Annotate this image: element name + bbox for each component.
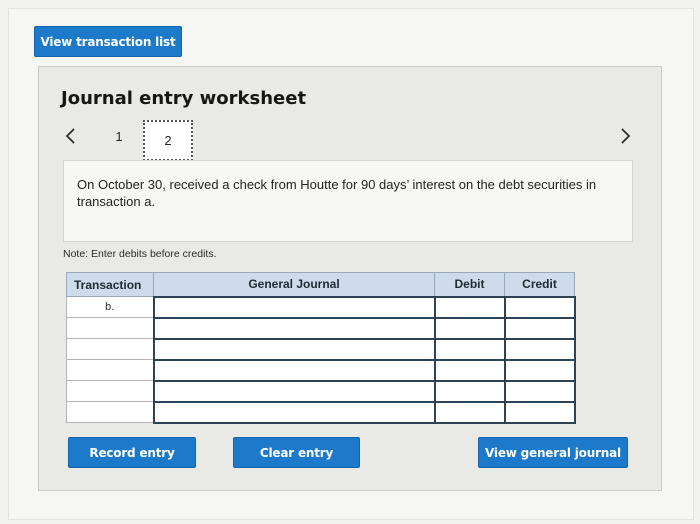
question-text: On October 30, received a check from Hou… — [63, 160, 633, 242]
account-input[interactable] — [152, 316, 436, 340]
account-input[interactable] — [152, 337, 436, 361]
header-general-journal: General Journal — [153, 272, 435, 297]
credit-input[interactable] — [503, 295, 576, 319]
table-row: b. — [66, 295, 576, 319]
debit-input[interactable] — [433, 295, 506, 319]
credit-input[interactable] — [503, 316, 576, 340]
journal-worksheet-panel: Journal entry worksheet 1 2 On October 3… — [38, 66, 662, 491]
table-row — [66, 316, 576, 340]
transaction-cell — [66, 401, 154, 423]
account-input[interactable] — [152, 358, 436, 382]
transaction-cell — [66, 317, 154, 339]
chevron-right-icon[interactable] — [617, 125, 633, 147]
debit-input[interactable] — [433, 400, 506, 424]
debit-input[interactable] — [433, 316, 506, 340]
credit-input[interactable] — [503, 358, 576, 382]
clear-entry-button[interactable]: Clear entry — [233, 437, 360, 468]
account-input[interactable] — [152, 379, 436, 403]
table-row — [66, 400, 576, 424]
header-transaction: Transaction — [66, 272, 154, 297]
debit-input[interactable] — [433, 379, 506, 403]
table-row — [66, 358, 576, 382]
account-input[interactable] — [152, 295, 436, 319]
journal-table-header: Transaction General Journal Debit Credit — [66, 272, 575, 297]
credit-input[interactable] — [503, 379, 576, 403]
table-row — [66, 337, 576, 361]
table-row — [66, 379, 576, 403]
transaction-cell — [66, 338, 154, 360]
view-general-journal-button[interactable]: View general journal — [478, 437, 628, 468]
pager-page-2-current[interactable]: 2 — [143, 120, 193, 161]
page-title: Journal entry worksheet — [61, 88, 307, 109]
header-debit: Debit — [434, 272, 505, 297]
pager-page-1[interactable]: 1 — [109, 127, 129, 147]
record-entry-button[interactable]: Record entry — [68, 437, 196, 468]
account-input[interactable] — [152, 400, 436, 424]
debit-input[interactable] — [433, 337, 506, 361]
credit-input[interactable] — [503, 337, 576, 361]
transaction-cell: b. — [66, 296, 154, 318]
journal-table: Transaction General Journal Debit Credit… — [66, 272, 576, 424]
debit-input[interactable] — [433, 358, 506, 382]
note-text: Note: Enter debits before credits. — [63, 248, 217, 260]
credit-input[interactable] — [503, 400, 576, 424]
transaction-cell — [66, 359, 154, 381]
transaction-cell — [66, 380, 154, 402]
header-credit: Credit — [504, 272, 575, 297]
view-transaction-list-button[interactable]: View transaction list — [34, 26, 182, 57]
chevron-left-icon[interactable] — [63, 125, 79, 147]
